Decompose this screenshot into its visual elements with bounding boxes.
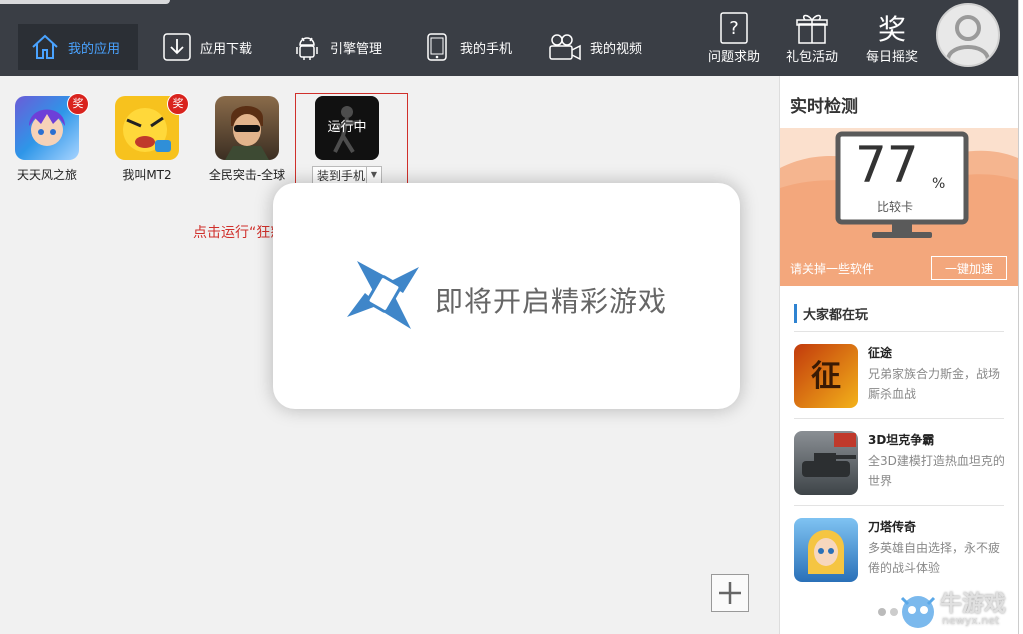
- one-click-boost-button[interactable]: 一键加速: [931, 256, 1007, 280]
- launch-message: 即将开启精彩游戏: [435, 285, 668, 318]
- app-name: 全民突击-全球: [208, 168, 286, 182]
- android-icon: [292, 32, 322, 62]
- popular-games-heading: 大家都在玩: [794, 304, 868, 323]
- help-icon: ?: [699, 10, 769, 46]
- install-to-phone-button[interactable]: 装到手机 ▼: [312, 166, 382, 184]
- user-avatar[interactable]: [936, 3, 1000, 67]
- panel-title: 实时检测: [790, 97, 858, 117]
- pager-dot[interactable]: [878, 608, 886, 616]
- score-rating: 比较卡: [877, 200, 914, 214]
- nav-my-apps[interactable]: 我的应用: [18, 24, 138, 70]
- game-icon: [794, 518, 858, 582]
- watermark-subtext: newyx.net: [942, 614, 1000, 627]
- tool-label: 礼包活动: [785, 50, 838, 65]
- tool-label: 问题求助: [707, 50, 760, 65]
- launching-game-dialog: 即将开启精彩游戏: [273, 183, 740, 409]
- nav-my-videos[interactable]: 我的视频: [548, 24, 642, 70]
- performance-monitor: 77 % 比较卡 请关掉一些软件 一键加速: [780, 128, 1018, 286]
- plus-icon: [719, 582, 741, 604]
- video-camera-icon: [548, 32, 582, 62]
- app-item[interactable]: 全民突击-全球: [207, 96, 287, 183]
- game-description: 全3D建模打造热血坦克的世界: [868, 454, 1005, 488]
- running-app-icon[interactable]: 运行中: [315, 96, 379, 160]
- app-icon: [215, 96, 279, 160]
- divider: [794, 418, 1004, 419]
- download-icon: [162, 32, 192, 62]
- lottery-icon: 奖: [877, 13, 906, 46]
- svg-text:?: ?: [729, 18, 739, 39]
- dropdown-arrow-icon[interactable]: ▼: [366, 167, 381, 183]
- nav-label: 我的应用: [68, 41, 121, 57]
- nav-engine-management[interactable]: 引擎管理: [292, 24, 382, 70]
- divider: [794, 331, 1004, 332]
- nav-label: 应用下载: [200, 41, 253, 57]
- game-description: 多英雄自由选择，永不疲倦的战斗体验: [868, 541, 1001, 575]
- prize-badge: 奖: [67, 93, 89, 115]
- game-item[interactable]: 刀塔传奇 多英雄自由选择，永不疲倦的战斗体验: [794, 518, 1009, 584]
- close-software-hint: 请关掉一些软件: [790, 262, 875, 276]
- tool-gift-events[interactable]: 礼包活动: [777, 10, 847, 65]
- svg-text:征: 征: [811, 359, 841, 394]
- site-watermark: 牛游戏 newyx.net: [878, 586, 1018, 632]
- app-item[interactable]: 奖 天天风之旅: [7, 93, 89, 183]
- tool-help[interactable]: ? 问题求助: [699, 10, 769, 65]
- app-name: 天天风之旅: [16, 168, 77, 182]
- tool-daily-lottery[interactable]: 奖 每日摇奖: [857, 10, 927, 65]
- window-right-edge: [1018, 0, 1023, 634]
- realtime-detection-panel: 实时检测 77 % 比较卡 请关掉一些软件 一键加速 大家都在玩 征 征途 兄弟…: [779, 76, 1018, 634]
- pager-dot[interactable]: [890, 608, 898, 616]
- nav-label: 我的视频: [590, 41, 643, 57]
- prize-badge: 奖: [167, 93, 189, 115]
- home-icon: [30, 32, 60, 62]
- top-navigation-bar: 我的应用 应用下载 引擎管理 我的手机 我的视频 ? 问题求助 礼包活动 奖 每…: [0, 0, 1021, 76]
- window-edge: [0, 0, 170, 4]
- game-item[interactable]: 征 征途 兄弟家族合力斯金，战场厮杀血战: [794, 344, 1009, 410]
- game-name: 3D坦克争霸: [868, 433, 935, 447]
- game-item[interactable]: 3D坦克争霸 全3D建模打造热血坦克的世界: [794, 431, 1009, 497]
- game-name: 征途: [868, 346, 893, 360]
- running-status: 运行中: [315, 96, 379, 160]
- app-item[interactable]: 奖 我叫MT2: [107, 93, 189, 183]
- add-app-button[interactable]: [711, 574, 749, 612]
- score-value: 77: [855, 136, 919, 194]
- game-description: 兄弟家族合力斯金，战场厮杀血战: [868, 367, 1001, 401]
- app-logo-icon: [343, 253, 425, 338]
- divider: [794, 505, 1004, 506]
- nav-app-download[interactable]: 应用下载: [162, 24, 252, 70]
- mascot-logo-icon: [900, 596, 936, 628]
- tool-label: 每日摇奖: [865, 50, 918, 65]
- game-icon: [794, 431, 858, 495]
- game-icon: 征: [794, 344, 858, 408]
- nav-my-phone[interactable]: 我的手机: [422, 24, 512, 70]
- gift-icon: [777, 10, 847, 46]
- nav-label: 我的手机: [460, 41, 513, 57]
- install-to-phone-label: 装到手机: [317, 169, 366, 183]
- nav-label: 引擎管理: [330, 41, 383, 57]
- phone-icon: [422, 32, 452, 62]
- app-name: 我叫MT2: [122, 168, 172, 182]
- pager-dots[interactable]: [878, 608, 898, 616]
- score-unit: %: [932, 176, 946, 192]
- game-name: 刀塔传奇: [868, 520, 917, 534]
